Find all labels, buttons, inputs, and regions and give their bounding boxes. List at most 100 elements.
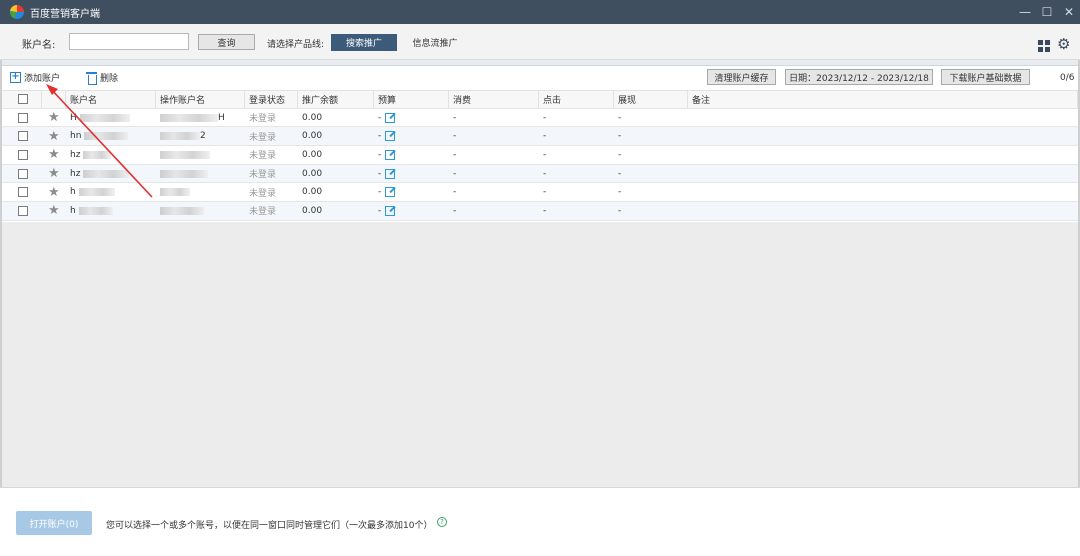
balance-cell: 0.00 [302,187,323,198]
selection-count: 0/6 [1060,73,1075,83]
operator-name-cell [156,146,245,164]
note-cell [688,183,1078,201]
impression-cell: - [618,149,622,160]
delete-label: 删除 [100,74,119,84]
cost-cell: - [453,205,457,216]
table-row[interactable]: ★ hz 未登录 0.00- - - - [2,164,1078,184]
star-icon[interactable]: ★ [48,186,60,199]
account-name-input[interactable] [69,33,189,50]
edit-icon[interactable] [385,205,396,216]
row-checkbox[interactable] [18,112,28,123]
table-row[interactable]: ★ h 未登录 0.00- - - - [2,183,1078,203]
hint-text: 您可以选择一个或多个账号，以便在同一窗口同时管理它们（一次最多添加10个） [106,521,433,531]
gear-icon[interactable]: ⚙ [1057,37,1070,52]
cost-cell: - [453,112,457,123]
impression-cell: - [618,187,622,198]
table-empty-area [2,222,1078,487]
col-impressions[interactable]: 展现 [614,91,688,108]
star-icon[interactable]: ★ [48,111,60,124]
edit-icon[interactable] [385,112,396,123]
account-table: 账户名 操作账户名 登录状态 推广余额 预算 消费 点击 展现 备注 ★ H H 未登… [2,90,1078,221]
tab-feed-promotion[interactable]: 信息流推广 [400,34,470,51]
budget-cell: - [374,146,449,164]
clear-cache-button[interactable]: 清理账户缓存 [707,69,776,85]
row-checkbox[interactable] [18,149,28,160]
add-account-label: 添加账户 [24,74,61,84]
add-account-button[interactable]: + 添加账户 [10,71,60,84]
close-icon[interactable]: ✕ [1058,0,1080,24]
operator-name-cell: 2 [156,127,245,145]
window-title: 百度营销客户端 [30,8,100,20]
click-cell: - [543,131,547,142]
edit-icon[interactable] [385,149,396,160]
delete-button[interactable]: 删除 [86,71,119,85]
minimize-icon[interactable]: — [1014,0,1036,24]
select-all-checkbox[interactable] [18,94,28,105]
budget-cell: - [374,202,449,220]
note-cell [688,127,1078,145]
account-name-cell: hn [66,127,156,145]
table-row[interactable]: ★ hn 2 未登录 0.00- - - - [2,127,1078,147]
note-cell [688,109,1078,127]
row-checkbox[interactable] [18,187,28,198]
impression-cell: - [618,131,622,142]
impression-cell: - [618,168,622,179]
star-icon[interactable]: ★ [48,204,60,217]
col-clicks[interactable]: 点击 [539,91,614,108]
col-operator-name[interactable]: 操作账户名 [156,91,245,108]
operator-name-cell [156,183,245,201]
star-icon[interactable]: ★ [48,148,60,161]
frame-left [0,60,2,490]
edit-icon[interactable] [385,187,396,198]
account-label: 账户名: [22,40,56,51]
col-login-status[interactable]: 登录状态 [245,91,298,108]
query-button[interactable]: 查询 [198,34,255,50]
date-range-button[interactable]: 日期：2023/12/12 - 2023/12/18 [785,69,933,85]
action-bar: + 添加账户 删除 清理账户缓存 日期：2023/12/12 - 2023/12… [0,66,1080,90]
budget-cell: - [374,109,449,127]
maximize-icon[interactable]: ☐ [1036,0,1058,24]
row-checkbox[interactable] [18,131,28,142]
col-cost[interactable]: 消费 [449,91,539,108]
table-row[interactable]: ★ hz 未登录 0.00- - - - [2,146,1078,165]
open-account-button[interactable]: 打开账户(0) [16,511,92,535]
col-account-name[interactable]: 账户名 [66,91,156,108]
edit-icon[interactable] [385,131,396,142]
balance-cell: 0.00 [302,149,323,160]
product-line-label: 请选择产品线: [267,40,325,50]
balance-cell: 0.00 [302,168,323,179]
col-notes[interactable]: 备注 [688,91,1078,108]
table-header: 账户名 操作账户名 登录状态 推广余额 预算 消费 点击 展现 备注 [2,90,1078,109]
note-cell [688,146,1078,164]
operator-name-cell: H [156,109,245,127]
trash-icon [86,71,97,85]
window-controls: — ☐ ✕ [1014,0,1080,24]
cost-cell: - [453,149,457,160]
login-status-cell: 未登录 [249,188,277,199]
tab-search-promotion[interactable]: 搜索推广 [331,34,397,51]
grid-view-icon[interactable] [1038,40,1050,52]
col-balance[interactable]: 推广余额 [298,91,374,108]
help-icon[interactable]: ? [437,517,447,527]
click-cell: - [543,149,547,160]
note-cell [688,202,1078,220]
star-icon[interactable]: ★ [48,130,60,143]
table-row[interactable]: ★ h 未登录 0.00- - - - [2,202,1078,221]
footer-bar: 打开账户(0) 您可以选择一个或多个账号，以便在同一窗口同时管理它们（一次最多添… [0,487,1080,556]
search-toolbar: 账户名: 查询 请选择产品线: 搜索推广 信息流推广 ⚙ [0,24,1080,60]
star-icon[interactable]: ★ [48,167,60,180]
download-data-button[interactable]: 下载账户基础数据 [941,69,1030,85]
click-cell: - [543,112,547,123]
login-status-cell: 未登录 [249,207,277,218]
login-status-cell: 未登录 [249,114,277,125]
row-checkbox[interactable] [18,205,28,216]
operator-name-cell [156,165,245,183]
balance-cell: 0.00 [302,112,323,123]
row-checkbox[interactable] [18,168,28,179]
col-budget[interactable]: 预算 [374,91,449,108]
budget-cell: - [374,127,449,145]
edit-icon[interactable] [385,168,396,179]
account-name-cell: H [66,109,156,127]
budget-cell: - [374,165,449,183]
table-row[interactable]: ★ H H 未登录 0.00- - - - [2,108,1078,128]
